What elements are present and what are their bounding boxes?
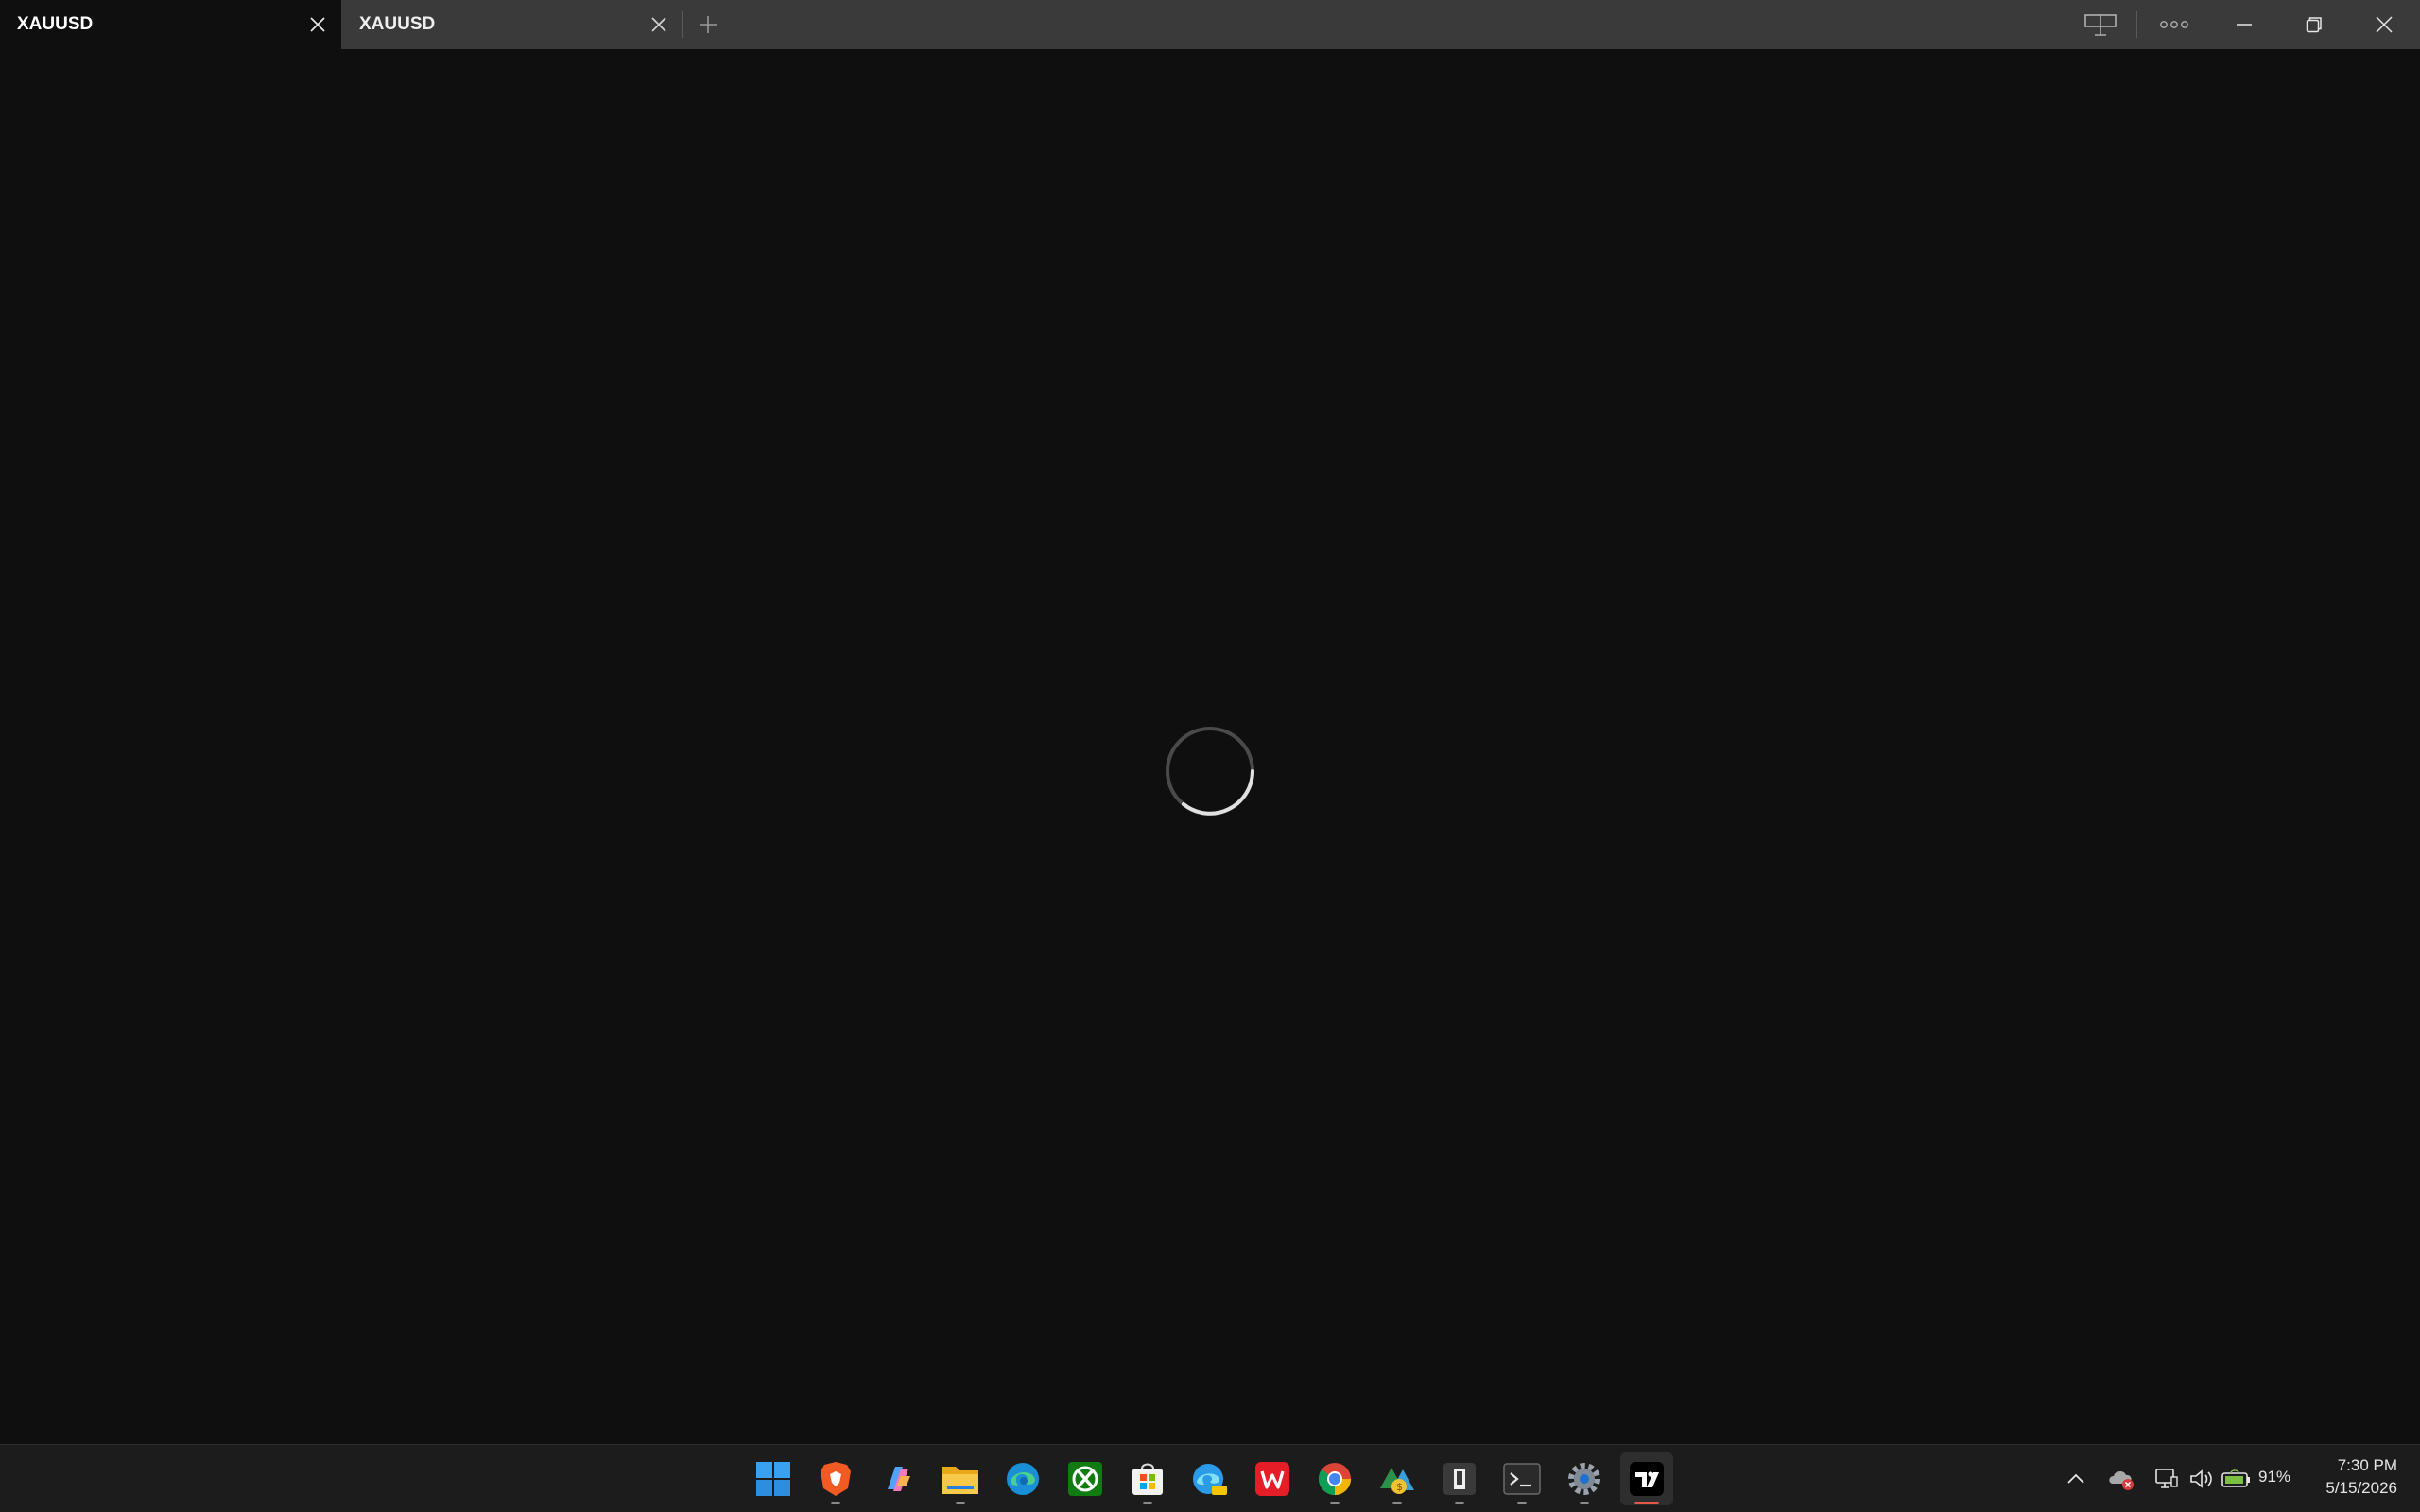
tab-close-icon[interactable] (302, 9, 334, 41)
tab-xauusd[interactable]: XAUUSD (342, 0, 683, 49)
tab-close-icon[interactable] (643, 9, 675, 41)
split-view-icon[interactable] (2066, 0, 2135, 49)
svg-text:$: $ (1396, 1481, 1403, 1493)
wps-icon (1255, 1462, 1289, 1496)
running-indicator (1392, 1502, 1402, 1504)
battery-percent: 91% (2258, 1468, 2291, 1486)
windows-logo-icon (756, 1462, 790, 1496)
clock[interactable]: 7:30 PM 5/15/2026 (2297, 1454, 2397, 1500)
taskbar-metatrader[interactable]: $ (1371, 1452, 1424, 1505)
start-button[interactable] (747, 1452, 800, 1505)
taskbar: $ 91% 7:30 PM 5/15/2026 (0, 1444, 2420, 1512)
running-indicator (1143, 1502, 1152, 1504)
tab-title: XAUUSD (359, 14, 436, 34)
network-icon[interactable] (2152, 1464, 2182, 1494)
app-window-icon (1443, 1463, 1476, 1495)
running-indicator (956, 1502, 965, 1504)
volume-icon[interactable] (2187, 1464, 2217, 1494)
taskbar-edge[interactable] (996, 1452, 1049, 1505)
tab-title: XAUUSD (17, 14, 94, 34)
active-indicator (1634, 1502, 1659, 1504)
taskbar-brave[interactable] (809, 1452, 862, 1505)
store-icon (1132, 1463, 1163, 1495)
copilot-icon (888, 1467, 910, 1491)
xbox-icon (1068, 1462, 1102, 1496)
chart-content-area (0, 49, 2420, 1444)
tab-separator (682, 11, 683, 38)
close-icon[interactable] (2350, 0, 2418, 49)
running-indicator (831, 1502, 840, 1504)
controls-separator (2136, 11, 2137, 38)
taskbar-tradingview[interactable] (1620, 1452, 1673, 1505)
more-options-icon[interactable] (2140, 0, 2208, 49)
edge-icon (1007, 1463, 1039, 1495)
folder-icon (942, 1467, 978, 1494)
taskbar-settings[interactable] (1558, 1452, 1611, 1505)
taskbar-file-explorer[interactable] (934, 1452, 987, 1505)
tab-xauusd-active[interactable]: XAUUSD (0, 0, 341, 49)
minimize-icon[interactable] (2210, 0, 2278, 49)
running-indicator (1455, 1502, 1464, 1504)
taskbar-wps-office[interactable] (1246, 1452, 1299, 1505)
chrome-icon (1318, 1463, 1351, 1496)
battery-icon[interactable] (2221, 1464, 2252, 1494)
chevron-up-icon[interactable] (2061, 1464, 2091, 1494)
loading-spinner-icon (1166, 727, 1254, 816)
title-bar: XAUUSD XAUUSD (0, 0, 2420, 49)
taskbar-copilot[interactable] (872, 1452, 925, 1505)
tradingview-icon (1630, 1462, 1664, 1496)
taskbar-xbox[interactable] (1059, 1452, 1112, 1505)
new-tab-icon[interactable] (692, 9, 724, 41)
cloud-error-icon[interactable] (2106, 1464, 2136, 1494)
clock-time: 7:30 PM (2337, 1456, 2397, 1474)
running-indicator (1517, 1502, 1527, 1504)
edge-beta-icon (1193, 1464, 1227, 1495)
taskbar-microsoft-store[interactable] (1121, 1452, 1174, 1505)
gear-icon (1568, 1463, 1600, 1495)
taskbar-chrome[interactable] (1308, 1452, 1361, 1505)
taskbar-edge-beta[interactable] (1184, 1452, 1236, 1505)
terminal-icon (1503, 1463, 1541, 1495)
brave-icon (821, 1462, 851, 1496)
restore-icon[interactable] (2280, 0, 2348, 49)
metatrader-icon: $ (1380, 1468, 1414, 1494)
running-indicator (1580, 1502, 1589, 1504)
taskbar-terminal[interactable] (1495, 1452, 1548, 1505)
running-indicator (1330, 1502, 1340, 1504)
clock-date: 5/15/2026 (2325, 1479, 2397, 1497)
taskbar-dark-app[interactable] (1433, 1452, 1486, 1505)
